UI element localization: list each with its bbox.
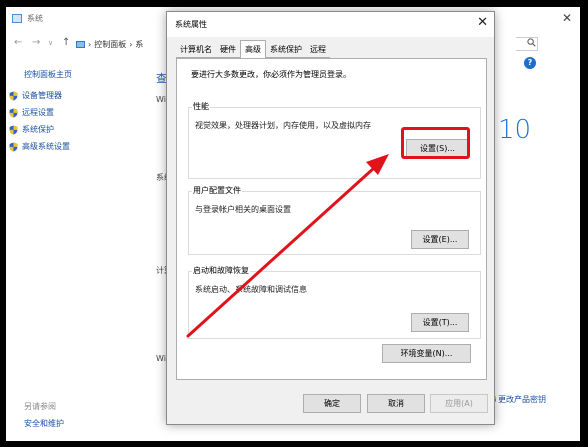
sidebar-item-label: 高级系统设置 bbox=[22, 142, 70, 151]
shield-icon bbox=[9, 91, 18, 100]
performance-group-title: 性能 bbox=[192, 101, 210, 112]
advanced-tab-panel: 要进行大多数更改，你必须作为管理员登录。 性能 视觉效果，处理器计划，内存使用，… bbox=[176, 58, 487, 380]
search-icon[interactable] bbox=[527, 38, 536, 47]
help-icon[interactable]: ? bbox=[524, 57, 536, 69]
tab-strip: 计算机名 硬件 高级 系统保护 远程 bbox=[176, 40, 330, 58]
dialog-titlebar[interactable]: 系统属性 bbox=[167, 12, 494, 37]
tab-hardware[interactable]: 硬件 bbox=[216, 42, 240, 58]
close-icon[interactable]: ✕ bbox=[562, 11, 572, 25]
annotation-highlight-box bbox=[401, 127, 470, 159]
startup-recovery-group: 启动和故障恢复 系统启动、系统故障和调试信息 设置(T)... bbox=[188, 265, 481, 339]
recent-dropdown-icon[interactable]: ∨ bbox=[48, 39, 53, 47]
sidebar-item-advanced-settings[interactable]: 高级系统设置 bbox=[9, 141, 70, 152]
sidebar-item-label: 远程设置 bbox=[22, 108, 54, 117]
user-profiles-settings-button[interactable]: 设置(E)... bbox=[411, 230, 469, 249]
up-arrow-icon[interactable]: ↑ bbox=[62, 37, 70, 48]
change-product-key-link[interactable]: 更改产品密钥 bbox=[498, 394, 546, 405]
performance-desc: 视觉效果，处理器计划，内存使用，以及虚拟内存 bbox=[195, 121, 371, 130]
sidebar-item-label: 系统保护 bbox=[22, 125, 54, 134]
dialog-title: 系统属性 bbox=[175, 20, 207, 29]
back-arrow-icon[interactable]: ← bbox=[14, 37, 22, 48]
sidebar-item-system-protection[interactable]: 系统保护 bbox=[9, 124, 54, 135]
startup-recovery-desc: 系统启动、系统故障和调试信息 bbox=[195, 285, 307, 294]
tab-remote[interactable]: 远程 bbox=[306, 42, 330, 58]
environment-variables-button[interactable]: 环境变量(N)... bbox=[382, 344, 471, 363]
sidebar-item-label: 设备管理器 bbox=[22, 91, 62, 100]
sidebar-home-link[interactable]: 控制面板主页 bbox=[24, 69, 72, 80]
breadcrumb-chevron-icon: › bbox=[88, 39, 92, 49]
system-window-icon bbox=[12, 13, 22, 23]
close-icon[interactable]: ✕ bbox=[477, 15, 488, 30]
see-also-heading: 另请参阅 bbox=[24, 402, 56, 411]
breadcrumb-item-control-panel[interactable]: 控制面板 bbox=[94, 39, 126, 50]
system-properties-dialog: 系统属性 ✕ 计算机名 硬件 高级 系统保护 远程 要进行大多数更改，你必须作为… bbox=[166, 11, 495, 425]
tab-advanced[interactable]: 高级 bbox=[240, 40, 266, 58]
startup-recovery-group-title: 启动和故障恢复 bbox=[192, 265, 250, 276]
admin-note: 要进行大多数更改，你必须作为管理员登录。 bbox=[191, 70, 351, 79]
user-profiles-group-title: 用户配置文件 bbox=[192, 185, 242, 196]
computer-icon bbox=[76, 40, 85, 48]
breadcrumb-item-system[interactable]: 系 bbox=[135, 39, 143, 50]
shield-icon bbox=[9, 108, 18, 117]
forward-arrow-icon[interactable]: → bbox=[32, 37, 40, 48]
tab-computer-name[interactable]: 计算机名 bbox=[176, 42, 216, 58]
startup-recovery-settings-button[interactable]: 设置(T)... bbox=[411, 313, 469, 332]
sidebar-item-remote-settings[interactable]: 远程设置 bbox=[9, 107, 54, 118]
cancel-button[interactable]: 取消 bbox=[367, 394, 425, 413]
ok-button[interactable]: 确定 bbox=[303, 394, 361, 413]
shield-icon bbox=[9, 125, 18, 134]
apply-button[interactable]: 应用(A) bbox=[430, 394, 488, 413]
user-profiles-desc: 与登录帐户相关的桌面设置 bbox=[195, 205, 291, 214]
windows-10-logo-text: 10 bbox=[498, 115, 532, 145]
shield-icon bbox=[9, 142, 18, 151]
sidebar-item-device-manager[interactable]: 设备管理器 bbox=[9, 90, 62, 101]
system-window-title: 系统 bbox=[27, 13, 43, 23]
security-maintenance-link[interactable]: 安全和维护 bbox=[24, 418, 64, 429]
tab-system-protection[interactable]: 系统保护 bbox=[266, 42, 306, 58]
breadcrumb-chevron-icon: › bbox=[129, 39, 133, 49]
breadcrumb[interactable]: › 控制面板 › 系 bbox=[76, 36, 176, 52]
user-profiles-group: 用户配置文件 与登录帐户相关的桌面设置 设置(E)... bbox=[188, 185, 481, 255]
